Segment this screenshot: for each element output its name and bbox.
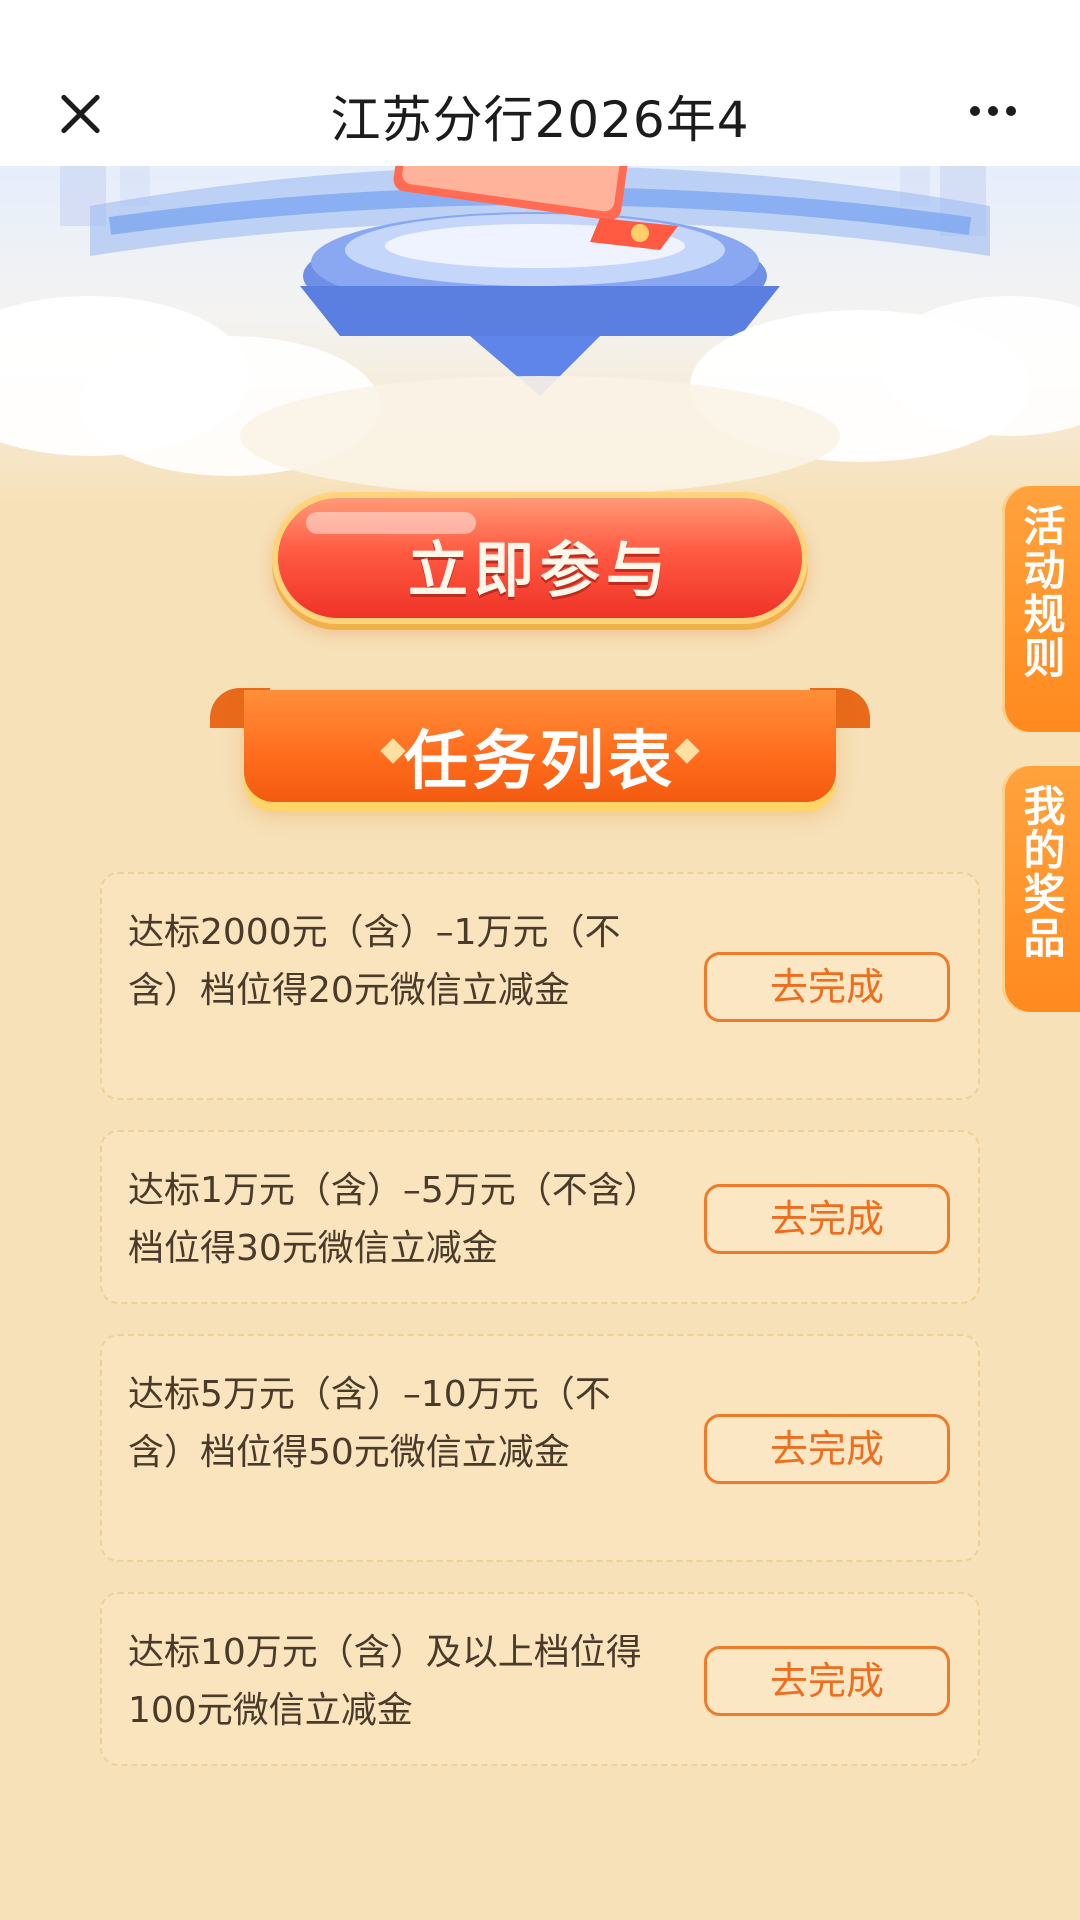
task-description: 达标1万元（含）–5万元（不含）档位得30元微信立减金 (128, 1170, 642, 1269)
top-bar: 江苏分行2026年4 (0, 0, 1080, 166)
banner-plate: 任务列表 (244, 690, 836, 802)
my-prizes-tab[interactable]: 我的奖品 (1002, 766, 1080, 1012)
task-card: 达标2000元（含）–1万元（不含）档位得20元微信立减金 去完成 (100, 872, 980, 1100)
participate-button[interactable]: 立即参与 (272, 492, 808, 624)
task-card: 达标1万元（含）–5万元（不含）档位得30元微信立减金 去完成 (100, 1130, 980, 1304)
task-description: 达标2000元（含）–1万元（不含）档位得20元微信立减金 (128, 912, 621, 1011)
more-icon[interactable] (970, 104, 1016, 118)
task-list-banner: 任务列表 (210, 676, 870, 816)
complete-task-button[interactable]: 去完成 (704, 1646, 950, 1716)
task-description: 达标10万元（含）及以上档位得100元微信立减金 (128, 1632, 642, 1731)
activity-rules-label: 活动规则 (1017, 504, 1066, 680)
close-icon[interactable] (52, 86, 108, 142)
task-description: 达标5万元（含）–10万元（不含）档位得50元微信立减金 (128, 1374, 611, 1473)
activity-rules-tab[interactable]: 活动规则 (1002, 486, 1080, 732)
hero-illustration (0, 166, 1080, 506)
participate-button-label: 立即参与 (408, 536, 672, 606)
page-title: 江苏分行2026年4 (330, 91, 750, 149)
task-card: 达标5万元（含）–10万元（不含）档位得50元微信立减金 去完成 (100, 1334, 980, 1562)
task-list-title: 任务列表 (404, 725, 676, 799)
complete-task-button[interactable]: 去完成 (704, 1184, 950, 1254)
complete-task-button[interactable]: 去完成 (704, 952, 950, 1022)
complete-task-button[interactable]: 去完成 (704, 1414, 950, 1484)
task-card: 达标10万元（含）及以上档位得100元微信立减金 去完成 (100, 1592, 980, 1766)
stage-illustration (0, 166, 1080, 496)
my-prizes-label: 我的奖品 (1017, 784, 1066, 960)
